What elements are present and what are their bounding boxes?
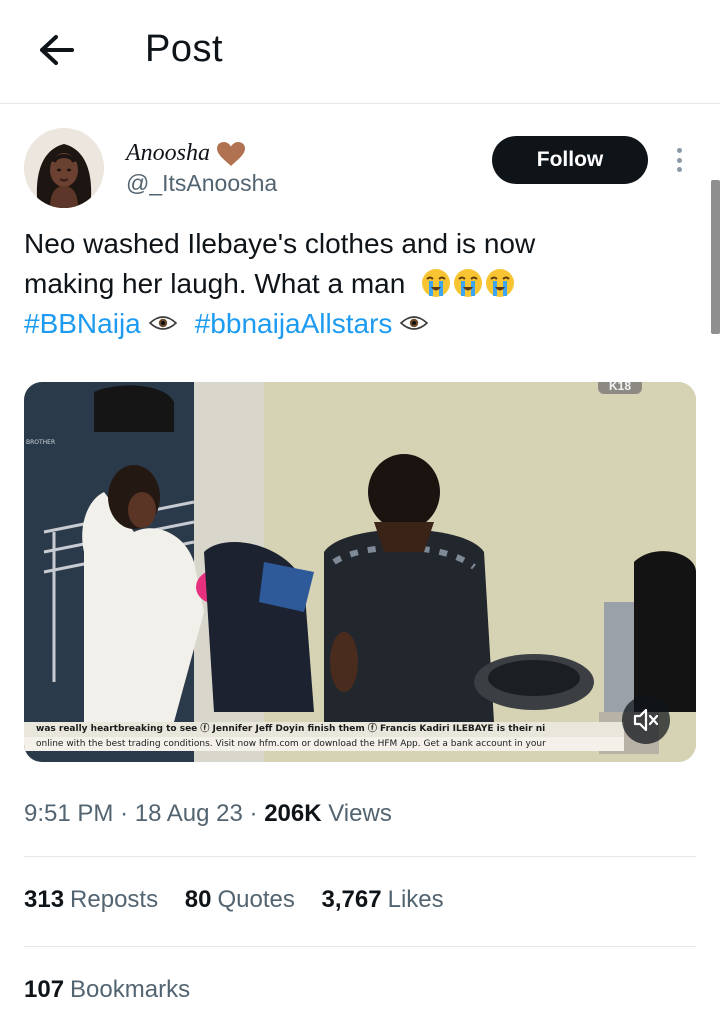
- speaker-muted-icon: [633, 708, 659, 732]
- engagement-stats: 313 Reposts 80 Quotes 3,767 Likes: [24, 886, 464, 914]
- channel-tag: K18: [598, 382, 642, 394]
- news-ticker: was really heartbreaking to see ⓕ Jennif…: [24, 722, 624, 762]
- brown-heart-icon: [216, 141, 246, 167]
- avatar[interactable]: [24, 128, 104, 208]
- arrow-left-icon: [40, 35, 74, 65]
- tweet-text: Neo washed Ilebaye's clothes and is now …: [24, 224, 684, 344]
- top-bar: Post: [0, 0, 720, 104]
- hashtag-bbnaija[interactable]: #BBNaija: [24, 308, 141, 339]
- tweet-line-3: #BBNaija #bbnaijaAllstars: [24, 304, 684, 344]
- post-timestamp-row: 9:51 PM · 18 Aug 23 · 206K Views: [24, 800, 392, 828]
- separator-dot: ·: [120, 800, 129, 827]
- author-handle[interactable]: @_ItsAnoosha: [126, 170, 277, 197]
- back-button[interactable]: [34, 30, 78, 70]
- crying-face-icon: [454, 269, 483, 297]
- tweet-line-1: Neo washed Ilebaye's clothes and is now: [24, 228, 536, 259]
- separator-dot: ·: [249, 800, 258, 827]
- page-title: Post: [145, 28, 224, 70]
- crying-face-icon: [422, 269, 451, 297]
- mute-button[interactable]: [622, 696, 670, 744]
- reposts-stat[interactable]: 313 Reposts: [24, 886, 158, 914]
- post-time[interactable]: 9:51 PM: [24, 800, 113, 827]
- eye-icon: [400, 316, 429, 330]
- more-options-button[interactable]: [668, 144, 690, 176]
- quotes-stat[interactable]: 80 Quotes: [185, 886, 295, 914]
- follow-button[interactable]: Follow: [492, 136, 648, 184]
- tweet-line-2: making her laugh. What a man: [24, 264, 684, 304]
- divider: [24, 856, 696, 857]
- hashtag-bbnaija-allstars[interactable]: #bbnaijaAllstars: [195, 308, 393, 339]
- avatar-image: [24, 128, 104, 208]
- divider: [24, 946, 696, 947]
- svg-text:BROTHER: BROTHER: [26, 439, 55, 446]
- video-player[interactable]: BROTHER K18 was really heartbreaking to …: [24, 382, 696, 762]
- more-vertical-icon: [676, 148, 682, 153]
- ticker-line-1: was really heartbreaking to see ⓕ Jennif…: [24, 722, 624, 737]
- views-count: 206K: [264, 800, 322, 827]
- crying-face-icon: [486, 269, 515, 297]
- author-display-name[interactable]: Anoosha: [126, 140, 246, 167]
- eye-icon: [148, 316, 177, 330]
- views-label: Views: [328, 800, 392, 827]
- scrollbar[interactable]: [711, 180, 720, 334]
- post-date[interactable]: 18 Aug 23: [135, 800, 243, 827]
- author-name-text: Anoosha: [126, 140, 210, 166]
- video-frame: BROTHER: [24, 382, 696, 762]
- ticker-line-2: online with the best trading conditions.…: [24, 737, 624, 751]
- bookmarks-stat[interactable]: 107 Bookmarks: [24, 976, 190, 1004]
- likes-stat[interactable]: 3,767 Likes: [322, 886, 444, 914]
